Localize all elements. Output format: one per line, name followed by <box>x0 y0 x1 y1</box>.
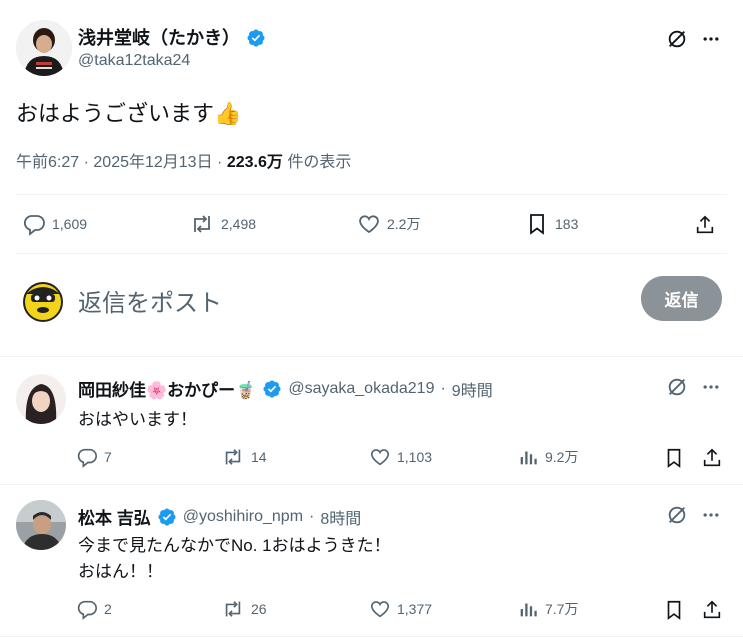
reply-time[interactable]: 9時間 <box>452 377 493 401</box>
reply-button[interactable]: 7 <box>76 446 112 468</box>
like-count: 2.2万 <box>387 216 421 232</box>
share-icon[interactable] <box>700 446 724 470</box>
author-handle[interactable]: @taka12taka24 <box>78 52 190 70</box>
grok-icon[interactable] <box>664 374 690 400</box>
reply-count: 7 <box>104 449 112 465</box>
views-icon <box>517 446 539 468</box>
views-button[interactable]: 9.2万 <box>517 446 578 468</box>
post-date[interactable]: 2025年12月13日 <box>93 154 212 171</box>
reply-text-line: おはん！！ <box>78 562 163 581</box>
reply-avatar[interactable] <box>16 500 66 550</box>
author-avatar[interactable] <box>16 20 72 76</box>
post-metadata: 午前6:27 · 2025年12月13日 · 223.6万 件の表示 <box>16 154 352 171</box>
verified-badge-icon[interactable] <box>157 507 177 527</box>
post-time[interactable]: 午前6:27 <box>16 154 79 171</box>
bookmark-icon[interactable] <box>662 598 686 622</box>
bookmark-icon[interactable] <box>662 446 686 470</box>
reply-handle[interactable]: @sayaka_okada219 <box>288 380 434 398</box>
views-icon <box>517 598 539 620</box>
grok-icon[interactable] <box>664 502 690 528</box>
like-count: 1,377 <box>397 601 433 617</box>
more-icon[interactable] <box>698 26 724 52</box>
reply-icon <box>76 598 98 620</box>
repost-count: 14 <box>251 449 267 465</box>
reply-display-name[interactable]: 松本 吉弘 <box>78 504 151 529</box>
repost-count: 26 <box>251 601 267 617</box>
verified-badge-icon[interactable] <box>246 27 266 47</box>
reply-submit-label: 返信 <box>664 291 699 310</box>
like-icon <box>357 212 381 236</box>
reply-handle[interactable]: @yoshihiro_npm <box>183 508 303 526</box>
like-button[interactable]: 1,377 <box>369 598 432 620</box>
more-icon[interactable] <box>698 502 724 528</box>
more-icon[interactable] <box>698 374 724 400</box>
share-icon[interactable] <box>700 598 724 622</box>
like-button[interactable]: 2.2万 <box>357 212 420 236</box>
reply-time[interactable]: 8時間 <box>320 505 361 529</box>
bookmark-icon <box>525 212 549 236</box>
repost-button[interactable]: 14 <box>221 446 267 468</box>
reply-icon <box>76 446 98 468</box>
views-label: 件の表示 <box>287 154 352 171</box>
reply-display-name[interactable]: 岡田紗佳🌸おかぴー🧋 <box>78 376 256 401</box>
verified-badge-icon[interactable] <box>262 379 282 399</box>
like-icon <box>369 598 391 620</box>
views-count: 7.7万 <box>545 601 579 617</box>
reply-submit-button[interactable]: 返信 <box>641 276 722 321</box>
repost-count: 2,498 <box>221 216 257 232</box>
post-text: おはようございます👍 <box>16 101 242 126</box>
reply-avatar[interactable] <box>16 374 66 424</box>
bookmark-button[interactable]: 183 <box>525 212 578 236</box>
repost-button[interactable]: 26 <box>221 598 267 620</box>
like-icon <box>369 446 391 468</box>
bookmark-count: 183 <box>555 216 579 232</box>
views-button[interactable]: 7.7万 <box>517 598 578 620</box>
author-display-name[interactable]: 浅井堂岐（たかき） <box>78 24 240 50</box>
like-count: 1,103 <box>397 449 433 465</box>
repost-icon <box>221 598 245 620</box>
reply-button[interactable]: 2 <box>76 598 112 620</box>
reply-count: 1,609 <box>52 216 88 232</box>
reply-text-line: 今まで見たんなかでNo. 1おはようきた！ <box>78 536 391 555</box>
repost-button[interactable]: 2,498 <box>189 212 256 236</box>
like-button[interactable]: 1,103 <box>369 446 432 468</box>
views-count: 9.2万 <box>545 449 579 465</box>
current-user-avatar[interactable] <box>18 276 68 326</box>
share-icon[interactable] <box>692 212 718 238</box>
repost-icon <box>189 212 215 236</box>
reply-icon <box>22 212 46 236</box>
compose-input[interactable]: 返信をポスト <box>78 283 222 318</box>
reply-text: おはやいます！ <box>78 410 197 429</box>
reply-count: 2 <box>104 601 112 617</box>
repost-icon <box>221 446 245 468</box>
reply-button[interactable]: 1,609 <box>22 212 87 236</box>
grok-icon[interactable] <box>664 26 690 52</box>
views-count: 223.6万 <box>226 154 283 171</box>
